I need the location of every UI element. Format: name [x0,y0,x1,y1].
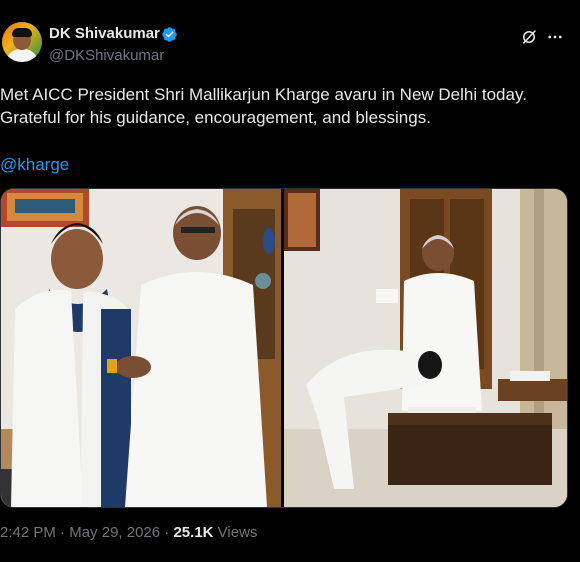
meta-separator: · [60,524,66,541]
tweet-card: DK Shivakumar @DKShivakumar Met AICC Pre… [0,0,580,562]
photo-2[interactable] [284,189,567,507]
views-label: Views [217,524,258,541]
meta-separator: · [164,524,170,541]
photo-1-image [1,189,281,507]
grok-icon[interactable] [520,28,538,46]
tweet-time[interactable]: 2:42 PM [0,524,56,541]
tweet-meta: 2:42 PM · May 29, 2026 · 25.1K Views [0,524,257,541]
tweet-text: Met AICC President Shri Mallikarjun Khar… [0,83,575,129]
tweet-text-line: Met AICC President Shri Mallikarjun Khar… [0,85,527,104]
author-display-name[interactable]: DK Shivakumar [49,25,160,42]
avatar[interactable] [2,22,42,62]
more-icon[interactable] [546,28,564,46]
photo-2-image [284,189,567,507]
tweet-text-line: Grateful for his guidance, encouragement… [0,108,431,127]
author-handle[interactable]: @DKShivakumar [49,47,164,64]
verified-icon [162,27,177,42]
mention-link[interactable]: @kharge [0,153,69,176]
tweet-date[interactable]: May 29, 2026 [69,524,160,541]
views-count: 25.1K [173,524,214,541]
media-grid [0,188,568,508]
photo-1[interactable] [1,189,281,507]
